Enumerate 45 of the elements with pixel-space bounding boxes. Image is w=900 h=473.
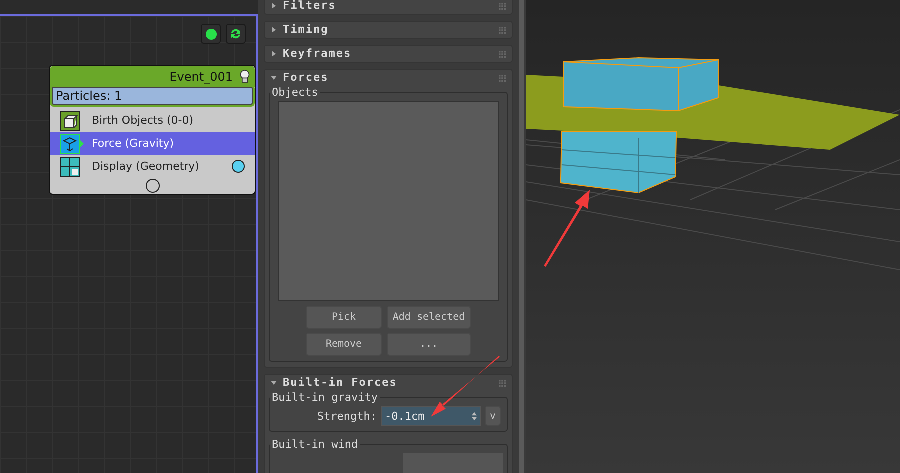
selected-operator-label: Force (Gravity)	[92, 137, 176, 150]
rollout-title[interactable]: Filters	[283, 0, 499, 13]
strength-field[interactable]: -0.1cm	[381, 406, 481, 426]
expand-triangle-icon[interactable]	[271, 380, 277, 386]
output-port-icon[interactable]	[232, 160, 245, 173]
refresh-icon[interactable]	[226, 24, 246, 44]
cube-icon	[60, 110, 80, 130]
force-icon	[60, 134, 84, 154]
rollout-title[interactable]: Built-in Forces	[283, 376, 499, 390]
group-title: Built-in gravity	[271, 391, 379, 404]
expand-triangle-icon[interactable]	[271, 27, 277, 33]
lightbulb-icon[interactable]	[239, 69, 251, 84]
grip-icon[interactable]	[499, 50, 506, 58]
expand-triangle-icon[interactable]	[271, 75, 277, 81]
operator-item[interactable]: Birth Objects (0-0)	[50, 109, 255, 132]
operator-label: Birth Objects (0-0)	[92, 114, 195, 127]
spinner-arrows-icon[interactable]	[472, 410, 477, 422]
operator-item[interactable]: Display (Geometry)	[50, 155, 255, 178]
field-label: Strength:	[317, 410, 377, 422]
scrollbar[interactable]	[519, 0, 524, 473]
expand-triangle-icon[interactable]	[271, 51, 277, 57]
operator-label: Display (Geometry)	[92, 160, 200, 173]
panel-button[interactable]: Add selected	[387, 306, 471, 329]
grip-icon[interactable]	[499, 26, 506, 34]
group-title: Objects	[271, 86, 320, 99]
event-title: Event_001	[170, 70, 233, 84]
expand-triangle-icon[interactable]	[271, 3, 277, 9]
annotation-arrow	[431, 356, 500, 417]
grip-icon[interactable]	[499, 2, 506, 10]
event-node[interactable]: Event_001 Particles: 1 Birth Objects (0-0) Force (Gravity) Display (Geometry)	[49, 65, 256, 195]
display-icon	[60, 156, 80, 176]
small-button[interactable]: v	[485, 406, 501, 426]
panel-button[interactable]: Pick	[306, 306, 382, 329]
rollout-title[interactable]: Keyframes	[283, 47, 499, 61]
group-title: Built-in wind	[271, 438, 360, 451]
panel-button[interactable]: ...	[387, 333, 471, 356]
grip-icon[interactable]	[499, 74, 506, 82]
operator-item[interactable]: Force (Gravity)	[50, 132, 255, 155]
input-port-icon[interactable]	[146, 179, 160, 193]
panel-button[interactable]: Remove	[306, 333, 382, 356]
grip-icon[interactable]	[499, 380, 506, 386]
rollout-title[interactable]: Forces	[283, 71, 499, 85]
particle-count: Particles: 1	[52, 87, 253, 105]
rollout-title[interactable]: Timing	[283, 23, 499, 37]
viewport[interactable]	[526, 0, 900, 473]
